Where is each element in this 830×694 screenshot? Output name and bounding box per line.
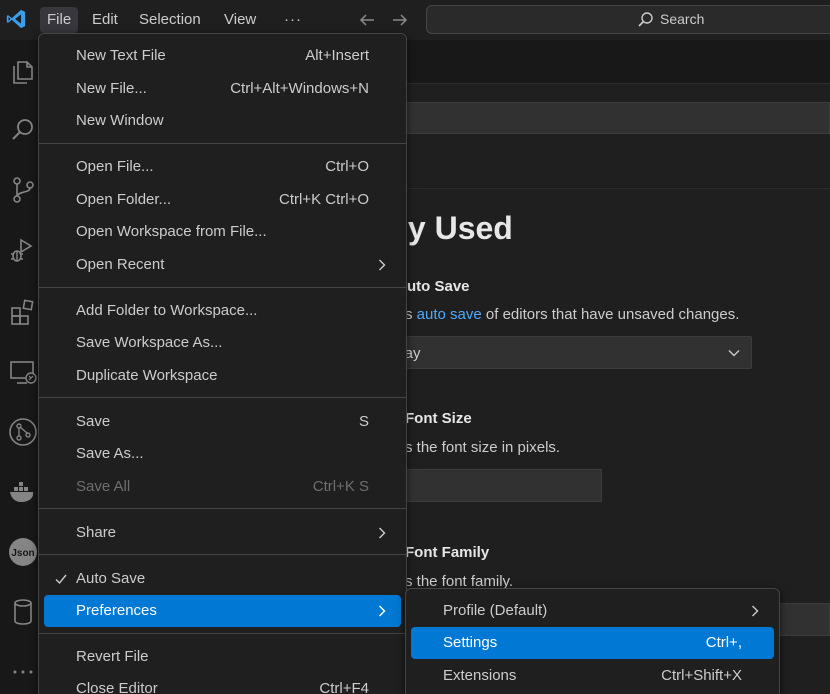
back-arrow-icon[interactable] — [357, 10, 377, 30]
search-sidebar-icon[interactable] — [7, 114, 39, 146]
auto-save-description: s auto save of editors that have unsaved… — [405, 306, 739, 323]
file-menu: New Text File Alt+Insert New File... Ctr… — [38, 33, 407, 694]
menu-separator — [39, 633, 406, 634]
docker-icon[interactable] — [7, 476, 39, 508]
menu-item-label: Close Editor — [76, 680, 158, 694]
menu-item-duplicate-workspace[interactable]: Duplicate Workspace — [44, 360, 401, 392]
menu-item-shortcut: Ctrl+K S — [312, 478, 369, 495]
menu-item-shortcut: Ctrl+Shift+X — [661, 667, 742, 684]
menu-separator — [39, 554, 406, 555]
auto-save-title: uto Save — [407, 278, 470, 295]
menu-item-save[interactable]: Save S — [44, 406, 401, 438]
menu-item-close-editor[interactable]: Close Editor Ctrl+F4 — [44, 673, 401, 694]
menu-item-label: Save — [76, 413, 111, 430]
github-pull-requests-icon[interactable] — [7, 416, 39, 448]
menu-edit[interactable]: Edit — [85, 7, 125, 33]
menu-item-label: Auto Save — [76, 570, 146, 587]
forward-arrow-icon[interactable] — [390, 10, 410, 30]
menu-item-label: Save Workspace As... — [76, 334, 223, 351]
chevron-right-icon — [379, 605, 386, 617]
menu-item-auto-save[interactable]: Auto Save — [44, 563, 401, 595]
menu-selection[interactable]: Selection — [132, 7, 208, 33]
explorer-icon[interactable] — [7, 56, 39, 88]
extensions-icon[interactable] — [7, 296, 39, 328]
menu-item-open-folder[interactable]: Open Folder... Ctrl+K Ctrl+O — [44, 184, 401, 216]
menu-item-label: Save As... — [76, 445, 144, 462]
json-icon[interactable]: Json — [7, 536, 39, 568]
search-icon — [638, 12, 653, 27]
menu-item-new-text-file[interactable]: New Text File Alt+Insert — [44, 40, 401, 72]
more-menus-button[interactable]: ··· — [277, 7, 309, 33]
menu-item-shortcut: Ctrl+, — [705, 634, 742, 651]
menu-item-label: Save All — [76, 478, 131, 495]
auto-save-desc-suffix: of editors that have unsaved changes. — [481, 306, 740, 323]
menu-item-label: New Window — [76, 112, 164, 129]
menu-item-settings[interactable]: Settings Ctrl+, — [411, 627, 774, 659]
menu-item-open-recent[interactable]: Open Recent — [44, 249, 401, 281]
run-debug-icon[interactable] — [7, 234, 39, 266]
menu-item-extensions[interactable]: Extensions Ctrl+Shift+X — [411, 660, 774, 692]
search-label: Search — [660, 11, 705, 27]
menu-item-label: New Text File — [76, 47, 166, 64]
menu-item-label: Open Recent — [76, 256, 165, 273]
menu-item-revert-file[interactable]: Revert File — [44, 641, 401, 673]
menu-item-label: Settings — [443, 634, 498, 651]
menu-item-open-workspace-from-file[interactable]: Open Workspace from File... — [44, 216, 401, 248]
menu-separator — [39, 287, 406, 288]
menu-item-profile[interactable]: Profile (Default) — [411, 595, 774, 627]
menu-item-open-file[interactable]: Open File... Ctrl+O — [44, 151, 401, 183]
menu-item-shortcut: Ctrl+Alt+Windows+N — [230, 80, 369, 97]
chevron-right-icon — [379, 259, 386, 271]
menu-item-label: Revert File — [76, 648, 149, 665]
command-center-search[interactable]: Search — [426, 5, 830, 34]
menu-item-label: Add Folder to Workspace... — [76, 302, 258, 319]
menu-item-label: Open Folder... — [76, 191, 172, 208]
font-size-title: Font Size — [405, 410, 472, 427]
source-control-icon[interactable] — [7, 174, 39, 206]
chevron-right-icon — [752, 605, 759, 617]
menu-item-shortcut: Ctrl+F4 — [319, 680, 369, 694]
menu-item-new-window[interactable]: New Window — [44, 105, 401, 137]
more-icon[interactable] — [7, 656, 39, 688]
font-size-description: s the font size in pixels. — [405, 439, 561, 456]
database-icon[interactable] — [7, 596, 39, 628]
menu-separator — [39, 397, 406, 398]
svg-text:Json: Json — [11, 548, 34, 559]
menu-file[interactable]: File — [40, 7, 79, 33]
menu-item-save-workspace-as[interactable]: Save Workspace As... — [44, 327, 401, 359]
menu-item-label: Extensions — [443, 667, 517, 684]
menu-item-label: Open Workspace from File... — [76, 223, 267, 240]
chevron-down-icon — [728, 350, 740, 357]
menu-item-shortcut: Ctrl+K Ctrl+O — [278, 191, 369, 208]
menu-item-preferences[interactable]: Preferences — [44, 595, 401, 627]
menu-item-shortcut: Alt+Insert — [305, 47, 369, 64]
menu-item-share[interactable]: Share — [44, 517, 401, 549]
menu-separator — [39, 508, 406, 509]
menu-item-label: Open File... — [76, 158, 154, 175]
menu-item-shortcut: S — [358, 413, 369, 430]
font-family-title: Font Family — [405, 544, 490, 561]
preferences-submenu: Profile (Default) Settings Ctrl+, Extens… — [405, 588, 780, 694]
menu-item-label: Share — [76, 524, 117, 541]
menu-separator — [39, 143, 406, 144]
menu-item-label: Profile (Default) — [443, 602, 548, 619]
menu-item-save-all: Save All Ctrl+K S — [44, 471, 401, 503]
menu-item-shortcut: Ctrl+O — [325, 158, 369, 175]
menu-item-save-as[interactable]: Save As... — [44, 438, 401, 470]
menu-item-label: Preferences — [76, 602, 157, 619]
menu-item-label: New File... — [76, 80, 147, 97]
auto-save-link[interactable]: auto save — [417, 306, 482, 323]
menu-view[interactable]: View — [217, 7, 263, 33]
vscode-logo-icon[interactable] — [5, 8, 27, 30]
menu-item-new-file[interactable]: New File... Ctrl+Alt+Windows+N — [44, 73, 401, 105]
menu-item-label: Duplicate Workspace — [76, 367, 218, 384]
chevron-right-icon — [379, 527, 386, 539]
remote-explorer-icon[interactable] — [7, 356, 39, 388]
menu-item-add-folder-to-workspace[interactable]: Add Folder to Workspace... — [44, 295, 401, 327]
checkmark-icon — [55, 574, 67, 585]
